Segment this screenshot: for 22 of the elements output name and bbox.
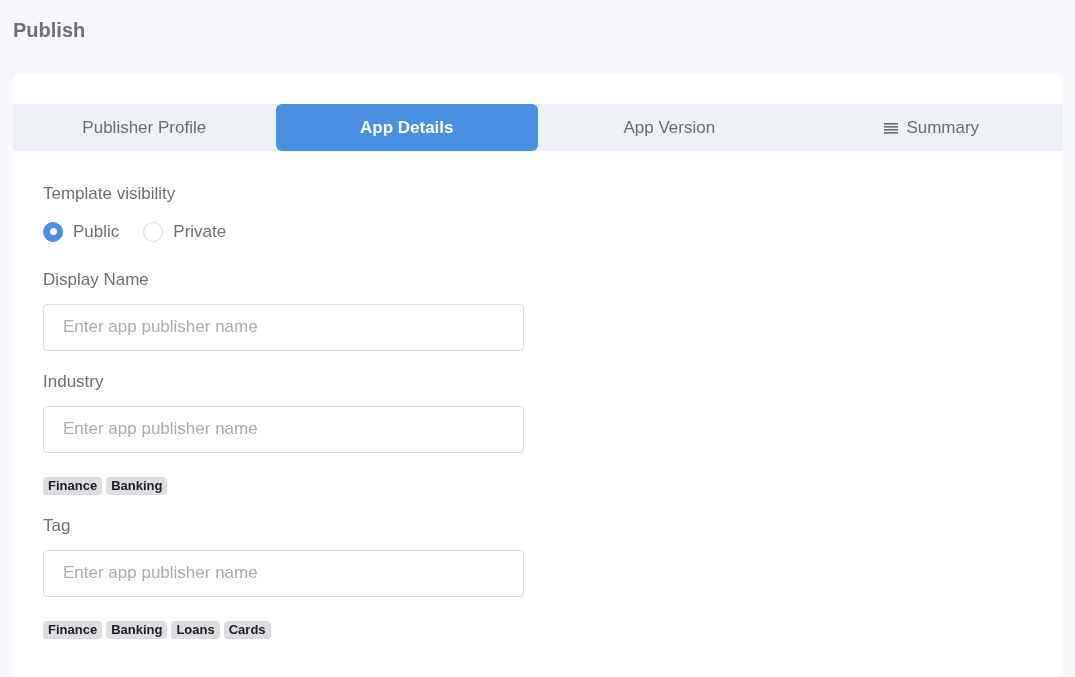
radio-option[interactable]: Private [143,219,227,245]
tab[interactable]: App Version [538,104,801,151]
tag: Finance [43,620,103,639]
page-title: Publish [13,18,87,43]
tab[interactable]: Publisher Profile [13,104,276,151]
list-icon [884,121,899,134]
input-field[interactable]: Enter app publisher name [43,549,524,597]
tag: Cards [223,620,271,639]
input-field[interactable]: Enter app publisher name [43,303,524,351]
input-field[interactable]: Enter app publisher name [43,405,524,453]
tag: Finance [43,476,103,495]
tab[interactable]: Summary [800,104,1063,151]
field-label: Industry [43,370,105,393]
field-label: Template visibility [43,183,177,205]
tag: Loans [171,620,220,639]
radio-button[interactable] [43,221,63,242]
radio-option[interactable]: Public [43,219,120,245]
tag: Banking [106,476,168,495]
tab[interactable]: App Details [275,104,538,151]
field-label: Display Name [43,268,150,291]
field-label: Tag [43,514,72,537]
tag: Banking [106,620,168,639]
